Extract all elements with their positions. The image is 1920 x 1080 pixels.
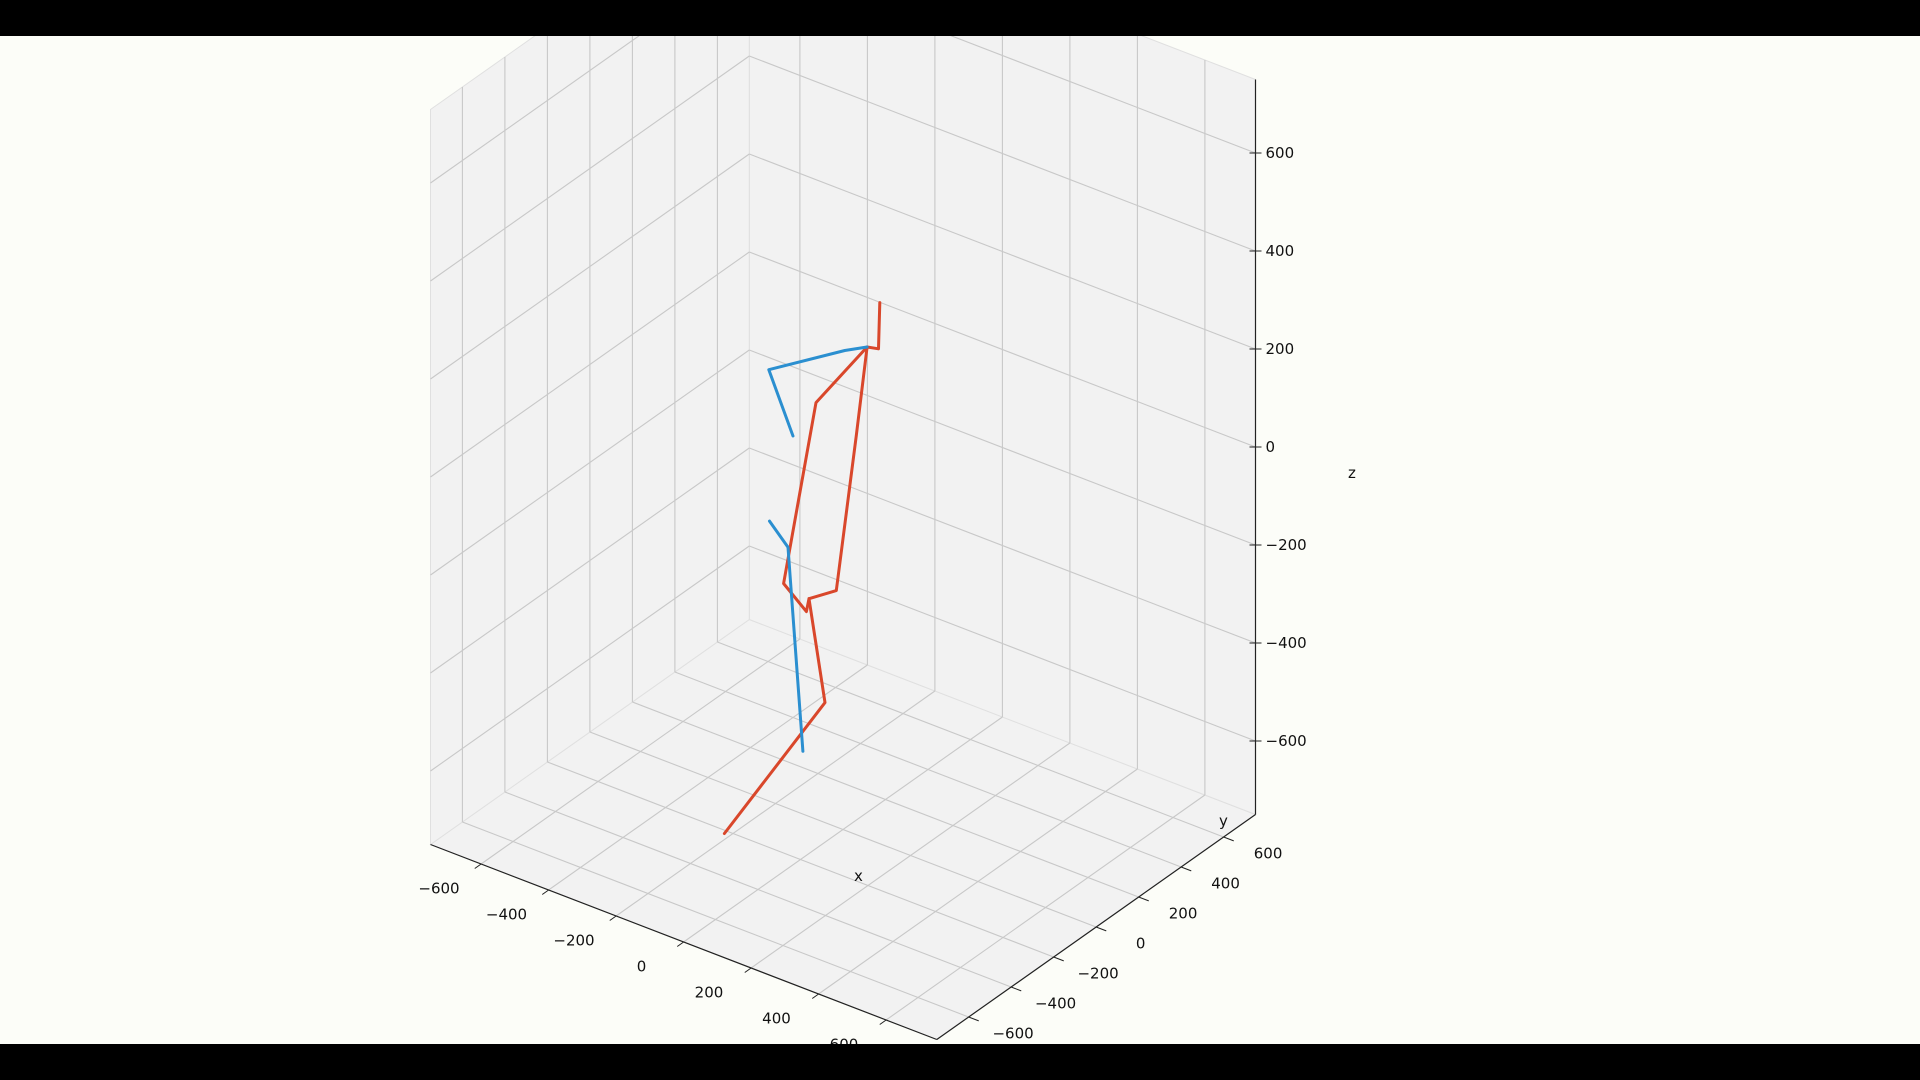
x-tick-label: −200 <box>553 932 594 950</box>
y-tick <box>1180 866 1192 872</box>
x-tick <box>609 915 617 921</box>
z-tick-label: 600 <box>1266 144 1295 162</box>
figure-canvas: −600 −600 −600 −400 −400 −400 −200 −200 −200 0 0 0 2… <box>0 36 1920 1044</box>
y-tick-label: 0 <box>1136 935 1146 953</box>
x-tick <box>811 993 819 999</box>
x-tick-label: 600 <box>830 1036 859 1045</box>
y-tick <box>1053 956 1064 962</box>
y-axis-label: y <box>1219 812 1228 830</box>
y-tick <box>1138 896 1149 902</box>
y-tick <box>968 1016 979 1022</box>
x-tick-label: −600 <box>418 880 459 898</box>
y-tick-label: 400 <box>1211 875 1240 893</box>
x-tick <box>474 863 482 869</box>
y-tick-label: −600 <box>992 1025 1033 1043</box>
x-tick <box>879 1019 887 1025</box>
y-tick <box>1095 926 1107 932</box>
z-tick-label: −400 <box>1266 634 1307 652</box>
x-tick <box>676 941 684 947</box>
x-tick-label: 400 <box>762 1010 791 1028</box>
z-tick-label: 400 <box>1266 242 1295 260</box>
x-axis-label: x <box>854 867 863 885</box>
z-tick-label: 0 <box>1266 438 1276 456</box>
z-tick-label: −200 <box>1266 536 1307 554</box>
x-tick-label: −400 <box>486 906 527 924</box>
3d-pose-chart: −600−600−600−400−400−400−200−200−2000002… <box>418 36 1356 1045</box>
z-axis-label: z <box>1348 464 1356 482</box>
y-tick-label: −200 <box>1077 965 1118 983</box>
z-tick-label: 200 <box>1266 340 1295 358</box>
x-tick-label: 0 <box>637 958 647 976</box>
z-tick-label: −600 <box>1266 732 1307 750</box>
x-tick-label: 200 <box>695 984 724 1002</box>
x-tick <box>744 967 752 973</box>
y-tick-label: −400 <box>1035 995 1076 1013</box>
y-tick <box>1223 836 1234 842</box>
y-tick-label: 600 <box>1254 845 1283 863</box>
x-tick <box>541 889 549 895</box>
y-tick-label: 200 <box>1169 905 1198 923</box>
y-tick <box>1010 986 1022 992</box>
video-frame: −600 −600 −600 −400 −400 −400 −200 −200 −200 0 0 0 2… <box>0 0 1920 1080</box>
